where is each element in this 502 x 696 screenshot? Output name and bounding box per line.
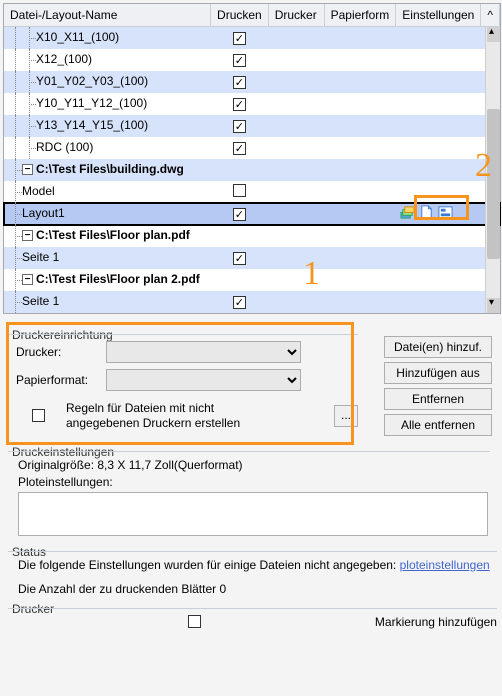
row-label: X12_(100): [36, 52, 92, 66]
col-print[interactable]: Drucken: [211, 4, 269, 26]
annotation-2: 2: [475, 147, 492, 185]
table-row[interactable]: Layout1: [4, 203, 500, 225]
print-checkbox[interactable]: [233, 208, 246, 221]
marking-label: Markierung hinzufügen: [375, 615, 497, 629]
table-row[interactable]: Y13_Y14_Y15_(100): [4, 115, 500, 137]
status-line1-text: Die folgende Einstellungen wurden für ei…: [18, 558, 396, 572]
layers-icon[interactable]: [400, 205, 415, 223]
plot-settings-textarea[interactable]: [18, 492, 488, 536]
printer-group-title: Drucker: [8, 602, 54, 616]
add-files-button[interactable]: Datei(en) hinzuf.: [384, 336, 492, 358]
annotation-1: 1: [303, 255, 320, 293]
row-label: Y10_Y11_Y12_(100): [36, 96, 147, 110]
collapse-icon[interactable]: [22, 274, 33, 285]
print-checkbox[interactable]: [233, 142, 246, 155]
layout-table[interactable]: Datei-/Layout-Name Drucken Drucker Papie…: [3, 3, 501, 314]
table-row[interactable]: RDC (100): [4, 137, 500, 159]
row-label: Seite 1: [22, 294, 59, 308]
printer-combo[interactable]: [106, 341, 301, 363]
col-settings[interactable]: Einstellungen: [396, 4, 481, 26]
printer-group: Drucker Markierung hinzufügen: [8, 602, 497, 629]
status-line2: Die Anzahl der zu druckenden Blätter 0: [18, 582, 497, 596]
print-checkbox[interactable]: [233, 184, 246, 197]
print-settings-group: Druckeinstellungen Originalgröße: 8,3 X …: [8, 445, 490, 539]
row-label: RDC (100): [36, 140, 93, 154]
remove-all-button[interactable]: Alle entfernen: [384, 414, 492, 436]
print-checkbox[interactable]: [233, 120, 246, 133]
col-scroll[interactable]: ^: [481, 4, 500, 26]
paper-combo[interactable]: [106, 369, 301, 391]
paper-label: Papierformat:: [16, 373, 106, 387]
table-row[interactable]: Seite 1: [4, 291, 500, 313]
print-checkbox[interactable]: [233, 252, 246, 265]
row-label: Layout1: [22, 206, 65, 220]
layout-icon[interactable]: [438, 205, 453, 223]
remove-button[interactable]: Entfernen: [384, 388, 492, 410]
status-title: Status: [8, 545, 46, 559]
scroll-down-icon[interactable]: [487, 298, 500, 313]
print-settings-title: Druckeinstellungen: [8, 445, 114, 459]
table-row[interactable]: Y10_Y11_Y12_(100): [4, 93, 500, 115]
table-row[interactable]: C:\Test Files\Floor plan.pdf: [4, 225, 500, 247]
print-checkbox[interactable]: [233, 98, 246, 111]
row-label: Y13_Y14_Y15_(100): [36, 118, 148, 132]
print-checkbox[interactable]: [233, 76, 246, 89]
row-label: C:\Test Files\building.dwg: [36, 162, 184, 176]
scroll-up-icon[interactable]: [487, 27, 500, 42]
row-label: X10_X11_(100): [36, 30, 119, 44]
table-row[interactable]: C:\Test Files\building.dwg: [4, 159, 500, 181]
col-printer[interactable]: Drucker: [268, 4, 324, 26]
printer-label: Drucker:: [16, 345, 106, 359]
marking-checkbox[interactable]: [188, 615, 201, 628]
plot-settings-link[interactable]: ploteinstellungen: [400, 558, 490, 572]
print-checkbox[interactable]: [233, 54, 246, 67]
col-paper[interactable]: Papierform: [324, 4, 396, 26]
col-name[interactable]: Datei-/Layout-Name: [4, 4, 211, 26]
table-row[interactable]: X10_X11_(100): [4, 26, 500, 49]
table-row[interactable]: Seite 1: [4, 247, 500, 269]
row-label: C:\Test Files\Floor plan.pdf: [36, 228, 190, 242]
add-from-button[interactable]: Hinzufügen aus: [384, 362, 492, 384]
row-label: C:\Test Files\Floor plan 2.pdf: [36, 272, 200, 286]
printer-setup-title: Druckereinrichtung: [8, 328, 113, 342]
table-row[interactable]: Model: [4, 181, 500, 203]
action-buttons: Datei(en) hinzuf. Hinzufügen aus Entfern…: [384, 336, 492, 436]
table-row[interactable]: C:\Test Files\Floor plan 2.pdf: [4, 269, 500, 291]
table-header-row: Datei-/Layout-Name Drucken Drucker Papie…: [4, 4, 500, 26]
original-size-text: Originalgröße: 8,3 X 11,7 Zoll(Querforma…: [18, 458, 490, 472]
rules-label: Regeln für Dateien mit nicht angegebenen…: [66, 401, 266, 431]
print-checkbox[interactable]: [233, 32, 246, 45]
page-icon[interactable]: [419, 205, 434, 223]
row-label: Model: [22, 184, 55, 198]
rules-browse-button[interactable]: ...: [334, 405, 358, 427]
rules-checkbox[interactable]: [32, 409, 45, 422]
table-row[interactable]: X12_(100): [4, 49, 500, 71]
row-label: Seite 1: [22, 250, 59, 264]
row-label: Y01_Y02_Y03_(100): [36, 74, 148, 88]
collapse-icon[interactable]: [22, 230, 33, 241]
collapse-icon[interactable]: [22, 164, 33, 175]
print-checkbox[interactable]: [233, 296, 246, 309]
printer-setup-group: Druckereinrichtung Drucker: Papierformat…: [8, 328, 358, 431]
status-group: Status Die folgende Einstellungen wurden…: [8, 545, 497, 596]
table-row[interactable]: Y01_Y02_Y03_(100): [4, 71, 500, 93]
plot-settings-label: Ploteinstellungen:: [18, 475, 490, 489]
